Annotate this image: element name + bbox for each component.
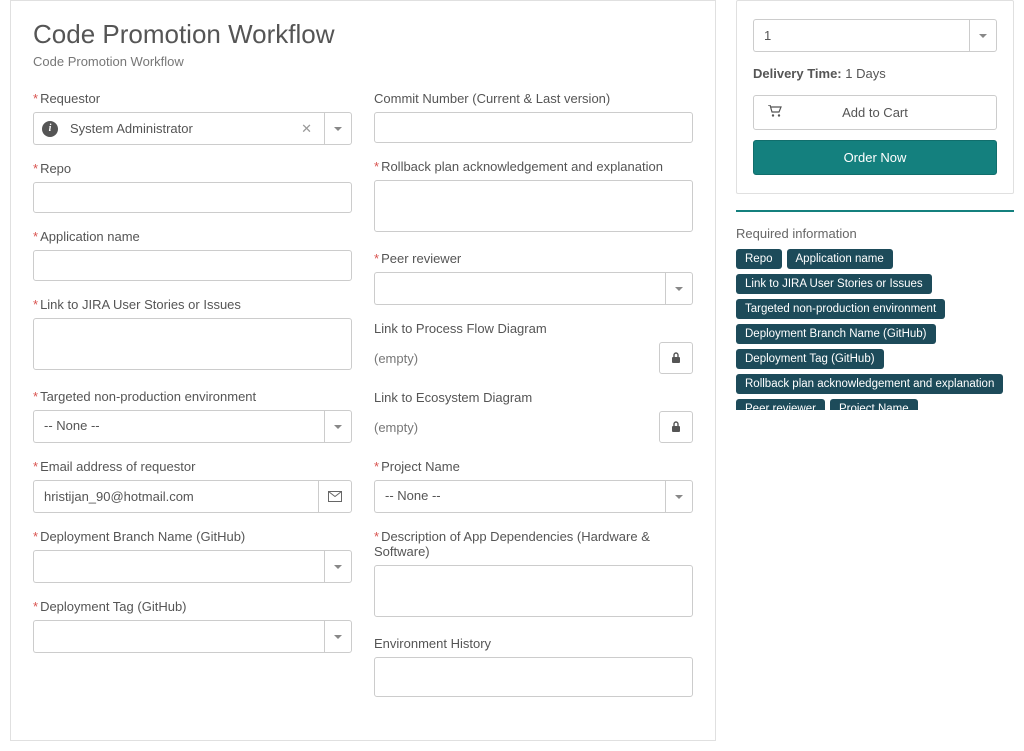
email-label: *Email address of requestor	[33, 459, 352, 474]
processflow-label: Link to Process Flow Diagram	[374, 321, 693, 336]
project-label: *Project Name	[374, 459, 693, 474]
peer-label: *Peer reviewer	[374, 251, 693, 266]
required-tag-list: RepoApplication name Link to JIRA User St…	[736, 249, 1002, 410]
envelope-icon	[328, 491, 342, 502]
branch-select[interactable]	[33, 550, 324, 583]
required-tag[interactable]: Rollback plan acknowledgement and explan…	[736, 374, 1003, 394]
dependencies-label: *Description of App Dependencies (Hardwa…	[374, 529, 693, 559]
order-now-button[interactable]: Order Now	[753, 140, 997, 175]
required-tag[interactable]: Deployment Tag (GitHub)	[736, 349, 884, 369]
requestor-label: *Requestor	[33, 91, 352, 106]
requestor-value: System Administrator	[70, 121, 297, 136]
branch-dropdown-toggle[interactable]	[324, 550, 352, 583]
processflow-lock-button[interactable]	[659, 342, 693, 374]
branch-label: *Deployment Branch Name (GitHub)	[33, 529, 352, 544]
app-name-input[interactable]	[33, 250, 352, 281]
ecosystem-empty: (empty)	[374, 416, 651, 439]
ecosystem-label: Link to Ecosystem Diagram	[374, 390, 693, 405]
chevron-down-icon	[675, 495, 683, 499]
required-info-title: Required information	[736, 226, 1002, 241]
order-panel: Delivery Time: 1 Days Add to Cart Order …	[736, 0, 1014, 194]
tag-select[interactable]	[33, 620, 324, 653]
processflow-empty: (empty)	[374, 347, 651, 370]
target-env-dropdown-toggle[interactable]	[324, 410, 352, 443]
add-to-cart-button[interactable]: Add to Cart	[753, 95, 997, 130]
required-tag[interactable]: Repo	[736, 249, 782, 269]
required-tag[interactable]: Targeted non-production environment	[736, 299, 945, 319]
email-envelope-button[interactable]	[318, 480, 352, 513]
page-title: Code Promotion Workflow	[33, 19, 693, 50]
quantity-dropdown-toggle[interactable]	[969, 19, 997, 52]
chevron-down-icon	[334, 635, 342, 639]
form-column-right: Commit Number (Current & Last version) *…	[374, 91, 693, 716]
repo-label: *Repo	[33, 161, 352, 176]
page-subtitle: Code Promotion Workflow	[33, 54, 693, 69]
env-history-label: Environment History	[374, 636, 693, 651]
delivery-time: Delivery Time: 1 Days	[753, 66, 997, 81]
email-input[interactable]	[33, 480, 318, 513]
lock-icon	[671, 421, 681, 433]
target-env-label: *Targeted non-production environment	[33, 389, 352, 404]
requestor-field[interactable]: i System Administrator ✕	[33, 112, 324, 145]
env-history-input[interactable]	[374, 657, 693, 697]
required-info-panel[interactable]: Required information RepoApplication nam…	[736, 210, 1014, 410]
project-select[interactable]: -- None --	[374, 480, 665, 513]
lock-icon	[671, 352, 681, 364]
required-tag[interactable]: Peer reviewer	[736, 399, 825, 410]
peer-dropdown-toggle[interactable]	[665, 272, 693, 305]
rollback-input[interactable]	[374, 180, 693, 232]
form-column-left: *Requestor i System Administrator ✕ *Rep…	[33, 91, 352, 716]
commit-label: Commit Number (Current & Last version)	[374, 91, 693, 106]
project-dropdown-toggle[interactable]	[665, 480, 693, 513]
jira-input[interactable]	[33, 318, 352, 370]
required-tag[interactable]: Deployment Branch Name (GitHub)	[736, 324, 936, 344]
app-name-label: *Application name	[33, 229, 352, 244]
chevron-down-icon	[979, 34, 987, 38]
cart-icon	[768, 105, 782, 120]
ecosystem-lock-button[interactable]	[659, 411, 693, 443]
tag-dropdown-toggle[interactable]	[324, 620, 352, 653]
clear-requestor-icon[interactable]: ✕	[297, 121, 316, 137]
required-tag[interactable]: Project Name	[830, 399, 918, 410]
chevron-down-icon	[675, 287, 683, 291]
requestor-dropdown-toggle[interactable]	[324, 112, 352, 145]
rollback-label: *Rollback plan acknowledgement and expla…	[374, 159, 693, 174]
target-env-select[interactable]: -- None --	[33, 410, 324, 443]
chevron-down-icon	[334, 565, 342, 569]
commit-input[interactable]	[374, 112, 693, 143]
quantity-input[interactable]	[753, 19, 969, 52]
jira-label: *Link to JIRA User Stories or Issues	[33, 297, 352, 312]
dependencies-input[interactable]	[374, 565, 693, 617]
required-tag[interactable]: Link to JIRA User Stories or Issues	[736, 274, 932, 294]
info-icon: i	[42, 121, 58, 137]
main-form-panel: Code Promotion Workflow Code Promotion W…	[10, 0, 716, 741]
chevron-down-icon	[334, 127, 342, 131]
chevron-down-icon	[334, 425, 342, 429]
sidebar: Delivery Time: 1 Days Add to Cart Order …	[736, 0, 1014, 741]
required-tag[interactable]: Application name	[787, 249, 893, 269]
repo-input[interactable]	[33, 182, 352, 213]
peer-select[interactable]	[374, 272, 665, 305]
tag-label: *Deployment Tag (GitHub)	[33, 599, 352, 614]
